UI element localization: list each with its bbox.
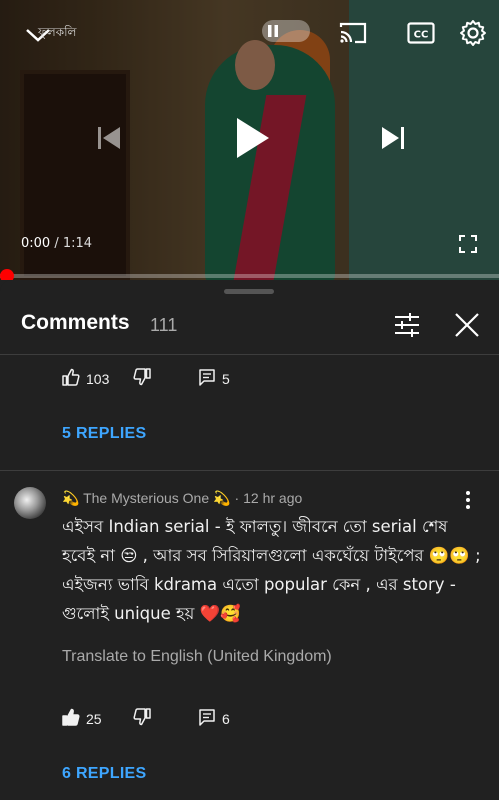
like-button[interactable]: 25 bbox=[62, 708, 102, 729]
panel-title: Comments bbox=[21, 311, 130, 334]
settings-icon[interactable] bbox=[456, 16, 490, 50]
comment-count: 111 bbox=[150, 315, 178, 335]
playback-time: 0:00 / 1:14 bbox=[21, 236, 92, 251]
view-replies-button[interactable]: 6 REPLIES bbox=[62, 765, 147, 783]
captions-icon[interactable]: CC bbox=[404, 18, 438, 48]
comment-text: এইসব Indian serial - ই ফালতু। জীবনে তো s… bbox=[62, 517, 481, 623]
meta-separator: · bbox=[234, 490, 240, 506]
like-count: 25 bbox=[86, 710, 102, 727]
dislike-button[interactable] bbox=[133, 368, 151, 389]
thumbs-up-icon bbox=[62, 368, 80, 389]
comment-time: 12 hr ago bbox=[243, 490, 303, 506]
current-time: 0:00 bbox=[21, 236, 51, 251]
thumbs-up-icon bbox=[62, 708, 80, 729]
play-icon[interactable] bbox=[226, 110, 280, 166]
reply-icon bbox=[198, 708, 216, 729]
comments-panel: Comments 111 103 5 5 REPLIES 💫 The Myste… bbox=[0, 280, 499, 800]
dislike-button[interactable] bbox=[133, 708, 151, 729]
thumbs-down-icon bbox=[133, 368, 151, 389]
video-player[interactable]: ফুলকলি CC 0:00 / 1:14 bbox=[0, 0, 499, 280]
progress-bar[interactable] bbox=[0, 274, 499, 278]
filter-icon[interactable] bbox=[392, 310, 422, 340]
next-icon[interactable] bbox=[376, 120, 410, 156]
pause-icon bbox=[268, 22, 278, 41]
previous-icon[interactable] bbox=[92, 120, 126, 156]
like-button[interactable]: 103 bbox=[62, 368, 109, 389]
comment-divider bbox=[0, 470, 499, 471]
drag-handle[interactable] bbox=[224, 289, 274, 294]
comment-meta: 💫 The Mysterious One 💫 · 12 hr ago bbox=[62, 490, 302, 507]
like-count: 103 bbox=[86, 370, 110, 387]
channel-watermark: ফুলকলি bbox=[38, 25, 77, 39]
header-divider bbox=[0, 354, 499, 355]
time-separator: / bbox=[50, 236, 63, 251]
close-icon[interactable] bbox=[452, 310, 482, 340]
comment-actions: 25 6 bbox=[0, 706, 499, 730]
more-vertical-icon[interactable] bbox=[458, 488, 478, 512]
reply-button[interactable]: 6 bbox=[198, 708, 230, 729]
comment-author[interactable]: 💫 The Mysterious One 💫 bbox=[62, 490, 230, 507]
scrubber-handle[interactable] bbox=[0, 269, 14, 280]
reply-count: 6 bbox=[222, 710, 230, 727]
reply-icon bbox=[198, 368, 216, 389]
thumbs-down-icon bbox=[133, 708, 151, 729]
fullscreen-icon[interactable] bbox=[456, 232, 480, 256]
svg-text:CC: CC bbox=[414, 30, 429, 41]
autoplay-toggle[interactable] bbox=[262, 20, 310, 42]
reply-button[interactable]: 5 bbox=[198, 368, 230, 389]
translate-button[interactable]: Translate to English (United Kingdom) bbox=[62, 648, 332, 666]
previous-comment-actions: 103 5 bbox=[0, 366, 499, 390]
avatar[interactable] bbox=[14, 487, 46, 519]
reply-count: 5 bbox=[222, 370, 230, 387]
cast-icon[interactable] bbox=[336, 18, 370, 48]
view-replies-button[interactable]: 5 REPLIES bbox=[62, 425, 147, 443]
video-duration: 1:14 bbox=[62, 236, 93, 251]
